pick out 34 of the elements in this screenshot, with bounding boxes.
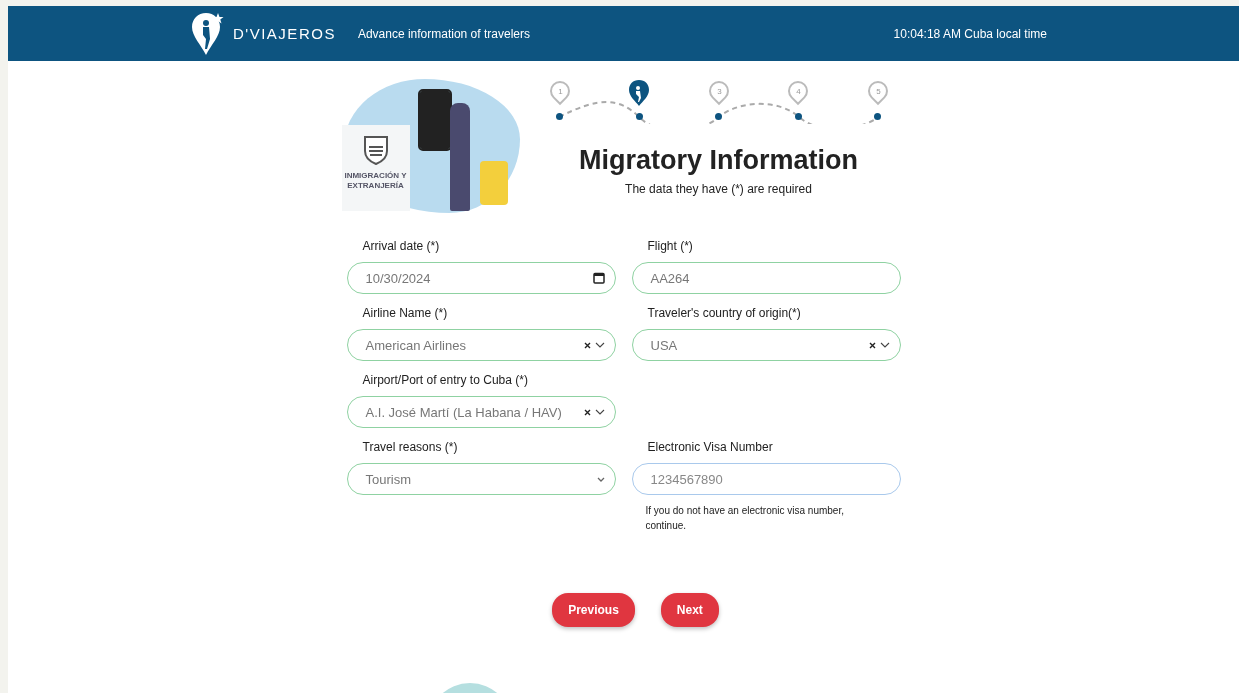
field-label: Airline Name (*) xyxy=(362,306,449,320)
chevron-down-icon[interactable] xyxy=(594,409,605,415)
sign-text: INMIGRACIÓN Y EXTRANJERÍA xyxy=(343,171,408,191)
next-button[interactable]: Next xyxy=(660,593,719,627)
step-dot xyxy=(794,113,802,120)
chevron-down-icon xyxy=(596,476,605,482)
clear-icon[interactable] xyxy=(583,408,591,416)
field-label: Travel reasons (*) xyxy=(362,440,459,454)
logo-pin-icon xyxy=(191,10,225,57)
brand-name: D'VIAJEROS xyxy=(233,25,336,42)
step-dot xyxy=(874,113,881,120)
local-time: 10:04:18 AM Cuba local time xyxy=(893,26,1047,41)
traveler-pin-icon[interactable] xyxy=(628,79,650,107)
clear-icon[interactable] xyxy=(583,341,591,349)
shield-icon xyxy=(362,135,389,165)
calendar-icon xyxy=(592,272,605,284)
chevron-down-icon[interactable] xyxy=(879,342,890,348)
step-dot xyxy=(715,113,722,120)
required-note: The data they have (*) are required xyxy=(625,182,812,196)
clear-icon[interactable] xyxy=(868,341,876,349)
suitcase-drawing xyxy=(479,161,508,205)
step-dot xyxy=(635,113,643,120)
previous-button[interactable]: Previous xyxy=(552,593,635,627)
header-subtitle: Advance information of travelers xyxy=(357,26,530,41)
step-dot xyxy=(556,113,563,120)
field-label: Airport/Port of entry to Cuba (*) xyxy=(362,373,529,387)
field-label: Arrival date (*) xyxy=(362,239,441,253)
field-label: Flight (*) xyxy=(647,239,694,253)
visa-hint: If you do not have an electronic visa number, continue. xyxy=(645,504,845,533)
field-label: Traveler's country of origin(*) xyxy=(647,306,802,320)
page-title: Migratory Information xyxy=(579,145,858,176)
chevron-down-icon[interactable] xyxy=(594,342,605,348)
phone-drawing xyxy=(417,89,452,151)
field-label: Electronic Visa Number xyxy=(647,440,774,454)
